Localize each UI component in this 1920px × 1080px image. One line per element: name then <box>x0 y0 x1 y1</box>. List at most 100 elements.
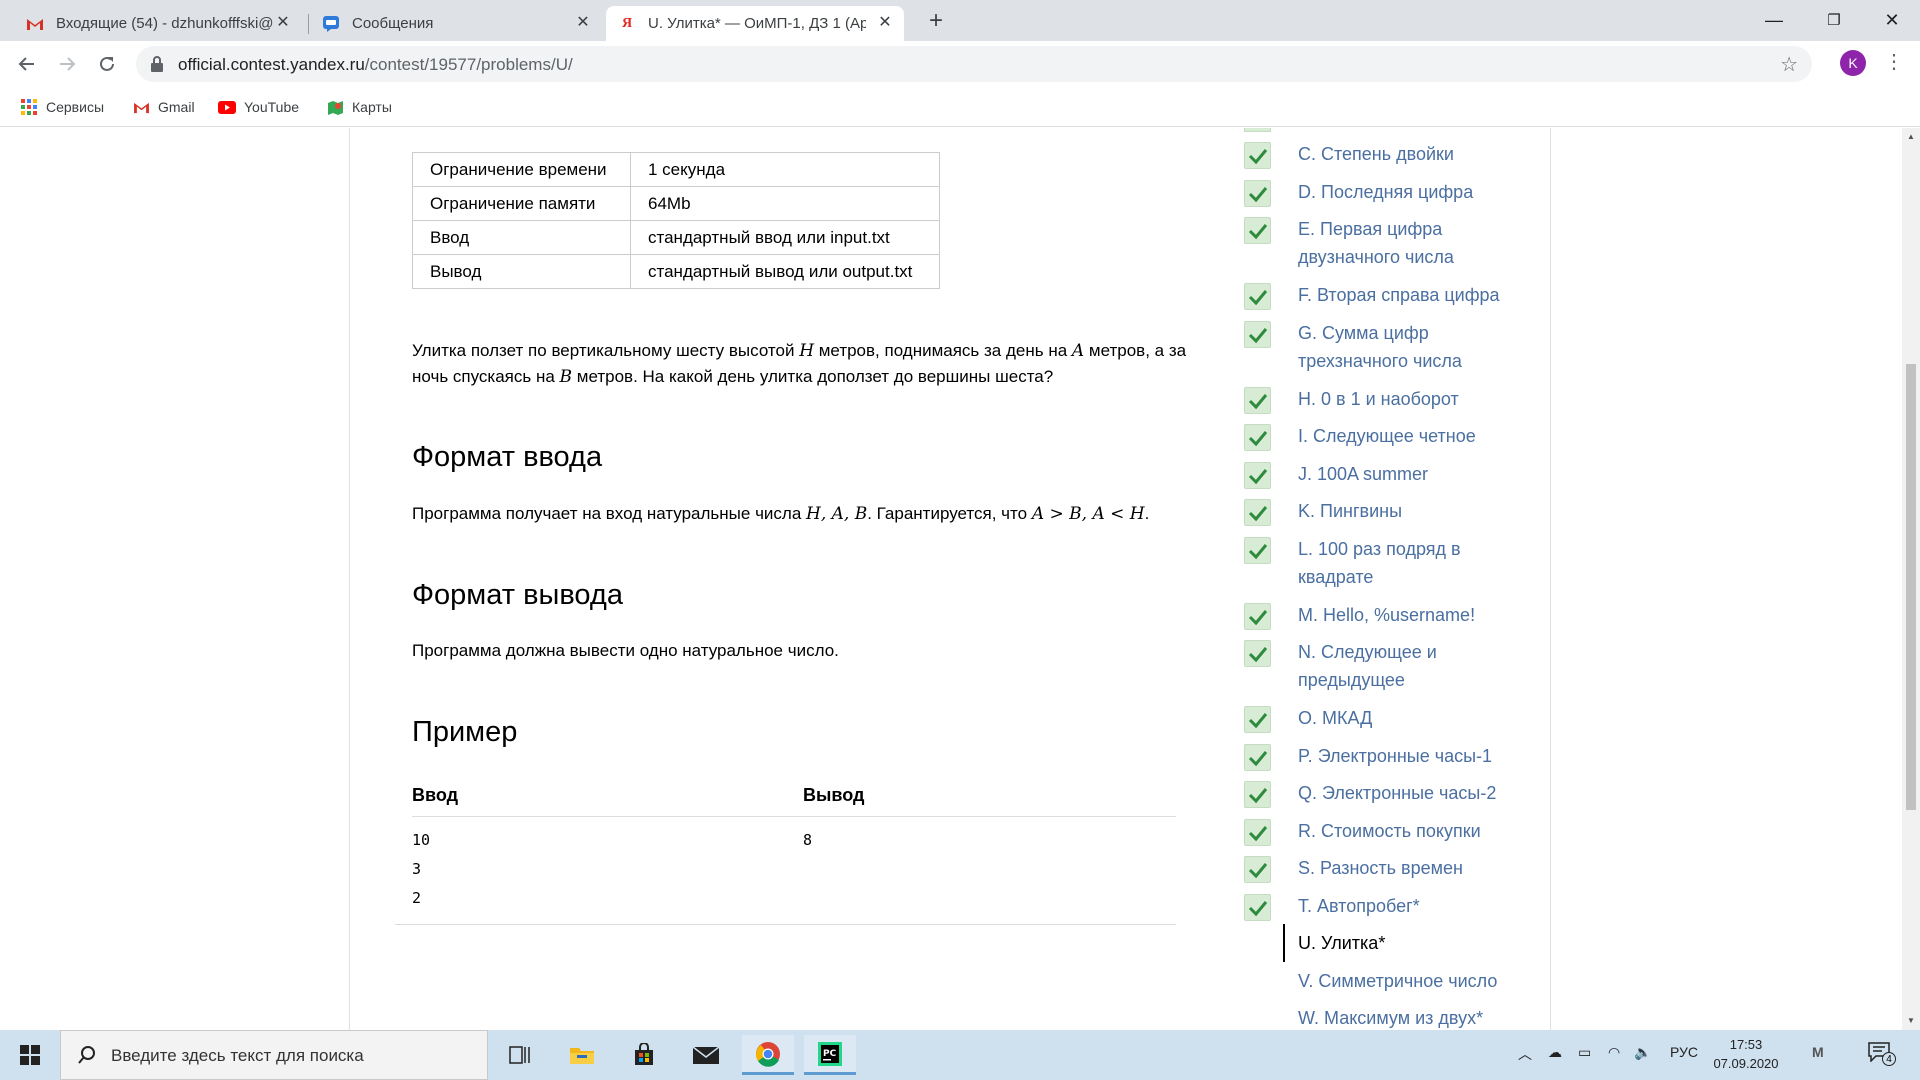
problem-label[interactable]: U. Улитка* <box>1298 929 1538 957</box>
bookmark-star-icon[interactable]: ☆ <box>1780 52 1798 77</box>
checkmark-icon <box>1244 743 1271 771</box>
mail-icon[interactable] <box>680 1035 732 1075</box>
math-expr: A > B, A < H <box>1031 504 1145 524</box>
output-format-heading: Формат вывода <box>412 579 623 611</box>
problem-label[interactable]: P. Электронные часы-1 <box>1298 742 1538 770</box>
forward-button[interactable] <box>52 49 82 79</box>
profile-avatar[interactable]: K <box>1840 50 1866 76</box>
problem-label[interactable]: E. Первая цифра двузначного числа <box>1298 215 1538 271</box>
language-indicator[interactable]: РУС <box>1670 1044 1698 1060</box>
problem-label[interactable]: O. МКАД <box>1298 704 1538 732</box>
tab-messages[interactable]: Сообщения ✕ <box>310 6 602 41</box>
scroll-up-icon[interactable]: ▲ <box>1907 132 1915 141</box>
limit-key: Вывод <box>412 254 631 289</box>
battery-icon[interactable]: ▭ <box>1578 1044 1591 1061</box>
problem-label[interactable]: Q. Электронные часы-2 <box>1298 779 1538 807</box>
problem-label[interactable]: M. Hello, %username! <box>1298 601 1538 629</box>
address-bar[interactable]: official.contest.yandex.ru/contest/19577… <box>136 46 1812 82</box>
problem-label[interactable]: S. Разность времен <box>1298 854 1538 882</box>
back-button[interactable] <box>12 49 42 79</box>
url-host: official.contest.yandex.ru <box>178 55 365 74</box>
tab-problem[interactable]: Я U. Улитка* — ОиМП-1, ДЗ 1 (Ар ✕ <box>606 6 904 41</box>
problem-label[interactable]: F. Вторая справа цифра <box>1298 281 1538 309</box>
chrome-icon[interactable] <box>742 1035 794 1075</box>
notifications-button[interactable]: 4 <box>1868 1042 1898 1068</box>
browser-toolbar: official.contest.yandex.ru/contest/19577… <box>0 41 1920 87</box>
problem-label[interactable]: T. Автопробег* <box>1298 892 1538 920</box>
table-row: Ограничение памяти 64Mb <box>412 186 940 221</box>
onedrive-icon[interactable]: ☁ <box>1548 1044 1562 1061</box>
checkmark-icon <box>1244 461 1271 489</box>
example-line: 10 <box>412 831 431 849</box>
problem-label[interactable]: G. Сумма цифр трехзначного числа <box>1298 319 1538 375</box>
taskbar-search[interactable]: Введите здесь текст для поиска <box>60 1030 488 1080</box>
bookmark-label: YouTube <box>244 99 300 115</box>
scroll-thumb[interactable] <box>1906 364 1916 810</box>
problem-label[interactable]: J. 100A summer <box>1298 460 1538 488</box>
apps-grid-icon <box>20 98 38 116</box>
problem-label[interactable]: C. Степень двойки <box>1298 140 1538 168</box>
limit-key: Ввод <box>412 220 631 255</box>
problem-label[interactable]: V. Симметричное число <box>1298 967 1538 995</box>
statement-text: метров, поднимаясь за день на <box>814 341 1072 360</box>
lock-icon <box>151 56 163 72</box>
problem-label[interactable]: R. Стоимость покупки <box>1298 817 1538 845</box>
reload-button[interactable] <box>92 49 122 79</box>
scroll-down-icon[interactable]: ▼ <box>1907 1016 1915 1025</box>
statement-text: метров. На какой день улитка доползет до… <box>572 367 1054 386</box>
clock[interactable]: 17:53 07.09.2020 <box>1706 1035 1786 1073</box>
checkmark-icon <box>1244 640 1271 667</box>
wifi-icon[interactable]: ◠ <box>1608 1044 1620 1061</box>
table-row: Вывод стандартный вывод или output.txt <box>412 254 940 289</box>
math-var: H <box>799 341 815 361</box>
output-format-text: Программа должна вывести одно натурально… <box>412 641 839 660</box>
bookmarks-bar: Сервисы Gmail YouTube Карты <box>0 87 1920 127</box>
maximize-button[interactable]: ❐ <box>1810 0 1858 40</box>
problem-label[interactable]: I. Следующее четное <box>1298 422 1538 450</box>
input-format-heading: Формат ввода <box>412 441 603 473</box>
problem-label[interactable]: H. 0 в 1 и наоборот <box>1298 385 1538 413</box>
close-icon[interactable]: ✕ <box>574 14 592 32</box>
file-explorer-icon[interactable] <box>556 1035 608 1075</box>
store-icon[interactable] <box>618 1035 670 1075</box>
checkmark-icon <box>1244 706 1271 733</box>
tab-gmail[interactable]: Входящие (54) - dzhunkofffski@ ✕ <box>14 6 302 41</box>
format-text: . <box>1144 504 1150 523</box>
tray-chevron-icon[interactable]: ︿ <box>1518 1044 1532 1064</box>
url-text: official.contest.yandex.ru/contest/19577… <box>178 55 573 75</box>
arrow-left-icon <box>18 57 34 71</box>
monitor-icon[interactable]: M <box>1812 1044 1824 1060</box>
bookmark-label: Карты <box>352 99 392 115</box>
problem-label[interactable]: N. Следующее и предыдущее <box>1298 638 1538 694</box>
problem-label[interactable]: L. 100 раз подряд в квадрате <box>1298 535 1538 591</box>
new-tab-button[interactable]: + <box>922 7 950 35</box>
input-format-text: Программа получает на вход натуральные ч… <box>412 501 1192 527</box>
volume-icon[interactable]: 🔈 <box>1634 1044 1651 1061</box>
limits-table: Ограничение времени 1 секунда Ограничение… <box>412 152 940 289</box>
bookmark-gmail[interactable]: Gmail <box>132 95 195 119</box>
minimize-button[interactable]: ― <box>1750 0 1798 40</box>
example-input-label: Ввод <box>412 785 459 805</box>
format-text: Программа получает на вход натуральные ч… <box>412 504 807 523</box>
start-button[interactable] <box>0 1030 60 1080</box>
close-window-button[interactable]: ✕ <box>1868 0 1916 40</box>
bookmark-maps[interactable]: Карты <box>326 95 392 119</box>
menu-icon[interactable]: ⋮ <box>1884 49 1904 79</box>
pycharm-icon[interactable]: PC <box>804 1035 856 1075</box>
close-icon[interactable]: ✕ <box>876 14 894 32</box>
bookmark-services[interactable]: Сервисы <box>20 95 104 119</box>
close-icon[interactable]: ✕ <box>274 14 292 32</box>
problem-label[interactable]: K. Пингвины <box>1298 497 1538 525</box>
example-output-label: Вывод <box>803 785 865 805</box>
divider <box>412 816 1176 817</box>
maps-icon <box>326 98 344 116</box>
task-view-icon[interactable] <box>494 1035 546 1075</box>
scrollbar[interactable]: ▲ ▼ <box>1902 128 1920 1030</box>
url-path: /contest/19577/problems/U/ <box>364 55 573 74</box>
bookmark-youtube[interactable]: YouTube <box>218 95 299 119</box>
problem-label[interactable]: D. Последняя цифра <box>1298 178 1538 206</box>
problem-label[interactable]: W. Максимум из двух* <box>1298 1004 1538 1030</box>
checkmark-icon <box>1244 856 1271 883</box>
statement-text: Улитка ползет по вертикальному шесту выс… <box>412 341 800 360</box>
current-problem-marker <box>1283 924 1285 962</box>
